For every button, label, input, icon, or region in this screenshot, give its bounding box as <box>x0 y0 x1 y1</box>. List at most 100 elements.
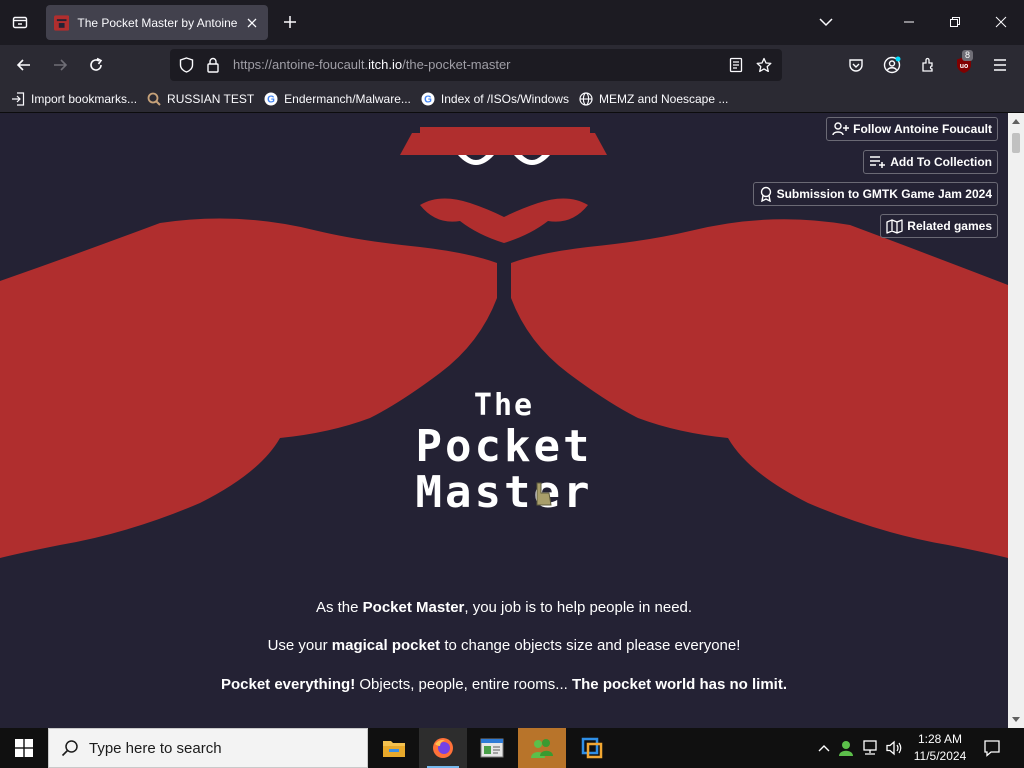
game-title-line3: Master <box>415 467 593 518</box>
triangle-down-icon <box>1012 717 1020 722</box>
search-icon <box>61 740 78 757</box>
new-tab-button[interactable] <box>276 8 304 36</box>
desc-text: , you job is to help people in need. <box>464 599 693 616</box>
arrow-left-icon <box>16 59 30 71</box>
scroll-up-button[interactable] <box>1008 113 1024 129</box>
bookmark-label: MEMZ and Noescape ... <box>598 91 729 106</box>
window-close-button[interactable] <box>978 0 1024 44</box>
magnifier-icon <box>146 91 162 107</box>
google-icon: G <box>420 91 436 107</box>
game-title-line2: Pocket <box>415 421 593 472</box>
import-icon <box>10 91 26 107</box>
window-app-icon <box>480 738 504 758</box>
menu-button[interactable] <box>988 53 1012 77</box>
taskbar-app-users[interactable] <box>518 728 566 768</box>
network-icon <box>863 740 877 755</box>
bookmark-isos-windows[interactable]: G Index of /ISOs/Windows <box>420 91 569 107</box>
bookmark-label: Import bookmarks... <box>31 91 138 106</box>
add-to-collection-button[interactable]: Add To Collection <box>863 150 998 174</box>
list-all-tabs-button[interactable] <box>6 8 34 36</box>
notification-icon <box>984 740 1000 757</box>
extensions-icon[interactable] <box>916 53 940 77</box>
shield-icon[interactable] <box>178 57 194 73</box>
jam-submission-button[interactable]: Submission to GMTK Game Jam 2024 <box>752 182 998 206</box>
show-hidden-icons-button[interactable] <box>814 738 834 758</box>
triangle-up-icon <box>1012 119 1020 124</box>
extension-badge: 8 <box>962 50 974 61</box>
account-icon[interactable] <box>880 53 904 77</box>
game-favicon-icon <box>54 14 70 31</box>
bookmarks-toolbar: Import bookmarks... RUSSIAN TEST G Ender… <box>0 85 1024 113</box>
windows-taskbar: Type here to search 1:28 AM 11/5/2024 <box>0 728 1024 768</box>
close-icon <box>247 18 257 27</box>
forward-button[interactable] <box>44 49 76 81</box>
description-line-1: As the Pocket Master, you job is to help… <box>0 599 1008 616</box>
notification-center-button[interactable] <box>982 738 1002 758</box>
playlist-add-icon <box>870 156 886 168</box>
url-prefix: https://antoine-foucault. <box>233 57 369 72</box>
lock-icon[interactable] <box>205 57 221 73</box>
collection-label: Add To Collection <box>890 155 992 169</box>
reload-button[interactable] <box>80 49 112 81</box>
tab-active[interactable]: The Pocket Master by Antoine Foucault <box>46 5 268 40</box>
follow-label: Follow Antoine Foucault <box>853 122 992 136</box>
chevron-down-icon <box>819 18 833 27</box>
tab-close-button[interactable] <box>245 15 260 31</box>
desc-bold: Pocket Master <box>362 599 465 616</box>
desktop-screen: The Pocket Master by Antoine Foucault <box>0 0 1024 768</box>
close-icon <box>995 16 1007 28</box>
bookmark-import[interactable]: Import bookmarks... <box>10 91 137 107</box>
virtualbox-icon <box>581 737 603 759</box>
bookmark-russian-test[interactable]: RUSSIAN TEST <box>146 91 254 107</box>
tray-network[interactable] <box>860 738 880 758</box>
firefox-icon <box>433 738 453 758</box>
game-title-line1: The <box>473 388 535 423</box>
tab-list-icon <box>12 16 28 29</box>
page-content: The Pocket Master Follow Antoine Foucaul… <box>0 113 1008 728</box>
desc-bold: The pocket world has no limit. <box>571 676 788 693</box>
taskbar-file-explorer[interactable] <box>370 728 418 768</box>
scrollbar-thumb[interactable] <box>1012 133 1020 153</box>
tab-overflow-button[interactable] <box>812 8 840 36</box>
reader-view-icon[interactable] <box>728 57 744 73</box>
related-label: Related games <box>907 219 992 233</box>
game-title: The Pocket Master <box>0 391 1008 515</box>
reload-icon <box>90 57 103 71</box>
description-line-2: Use your magical pocket to change object… <box>0 637 1008 654</box>
pocket-icon[interactable] <box>844 53 868 77</box>
taskbar-app-window[interactable] <box>468 728 516 768</box>
svg-text:G: G <box>424 94 432 105</box>
related-games-button[interactable]: Related games <box>880 214 998 238</box>
back-button[interactable] <box>8 49 40 81</box>
hamburger-icon <box>994 59 1006 71</box>
taskbar-app-virtualbox[interactable] <box>568 728 616 768</box>
bookmark-endermanch[interactable]: G Endermanch/Malware... <box>263 91 411 107</box>
taskbar-clock[interactable]: 1:28 AM 11/5/2024 <box>906 731 974 765</box>
scroll-down-button[interactable] <box>1008 712 1024 728</box>
restore-icon <box>950 17 960 27</box>
plus-icon <box>284 16 296 28</box>
navigation-toolbar: https://antoine-foucault.itch.io/the-poc… <box>0 45 1024 85</box>
url-bar[interactable]: https://antoine-foucault.itch.io/the-poc… <box>170 49 782 81</box>
start-button[interactable] <box>0 728 48 768</box>
bookmark-label: Index of /ISOs/Windows <box>440 91 569 106</box>
bookmark-star-icon[interactable] <box>756 57 772 73</box>
page-scrollbar[interactable] <box>1008 113 1024 728</box>
desc-text: Use your <box>267 637 332 654</box>
tray-volume[interactable] <box>884 738 904 758</box>
taskbar-firefox[interactable] <box>419 728 467 768</box>
google-icon: G <box>263 91 279 107</box>
tray-user-app[interactable] <box>836 738 856 758</box>
jam-label: Submission to GMTK Game Jam 2024 <box>776 187 992 201</box>
minimize-button[interactable] <box>886 0 932 44</box>
users-app-icon <box>531 739 553 758</box>
desc-bold: Pocket everything! <box>220 676 356 693</box>
follow-button[interactable]: Follow Antoine Foucault <box>826 117 998 141</box>
taskbar-search-box[interactable]: Type here to search <box>48 728 368 768</box>
bookmark-label: RUSSIAN TEST <box>167 91 255 106</box>
restore-button[interactable] <box>932 0 978 44</box>
globe-icon <box>578 91 594 107</box>
user-app-icon <box>839 741 853 756</box>
bookmark-memz[interactable]: MEMZ and Noescape ... <box>578 91 728 107</box>
minimize-icon <box>904 21 914 23</box>
